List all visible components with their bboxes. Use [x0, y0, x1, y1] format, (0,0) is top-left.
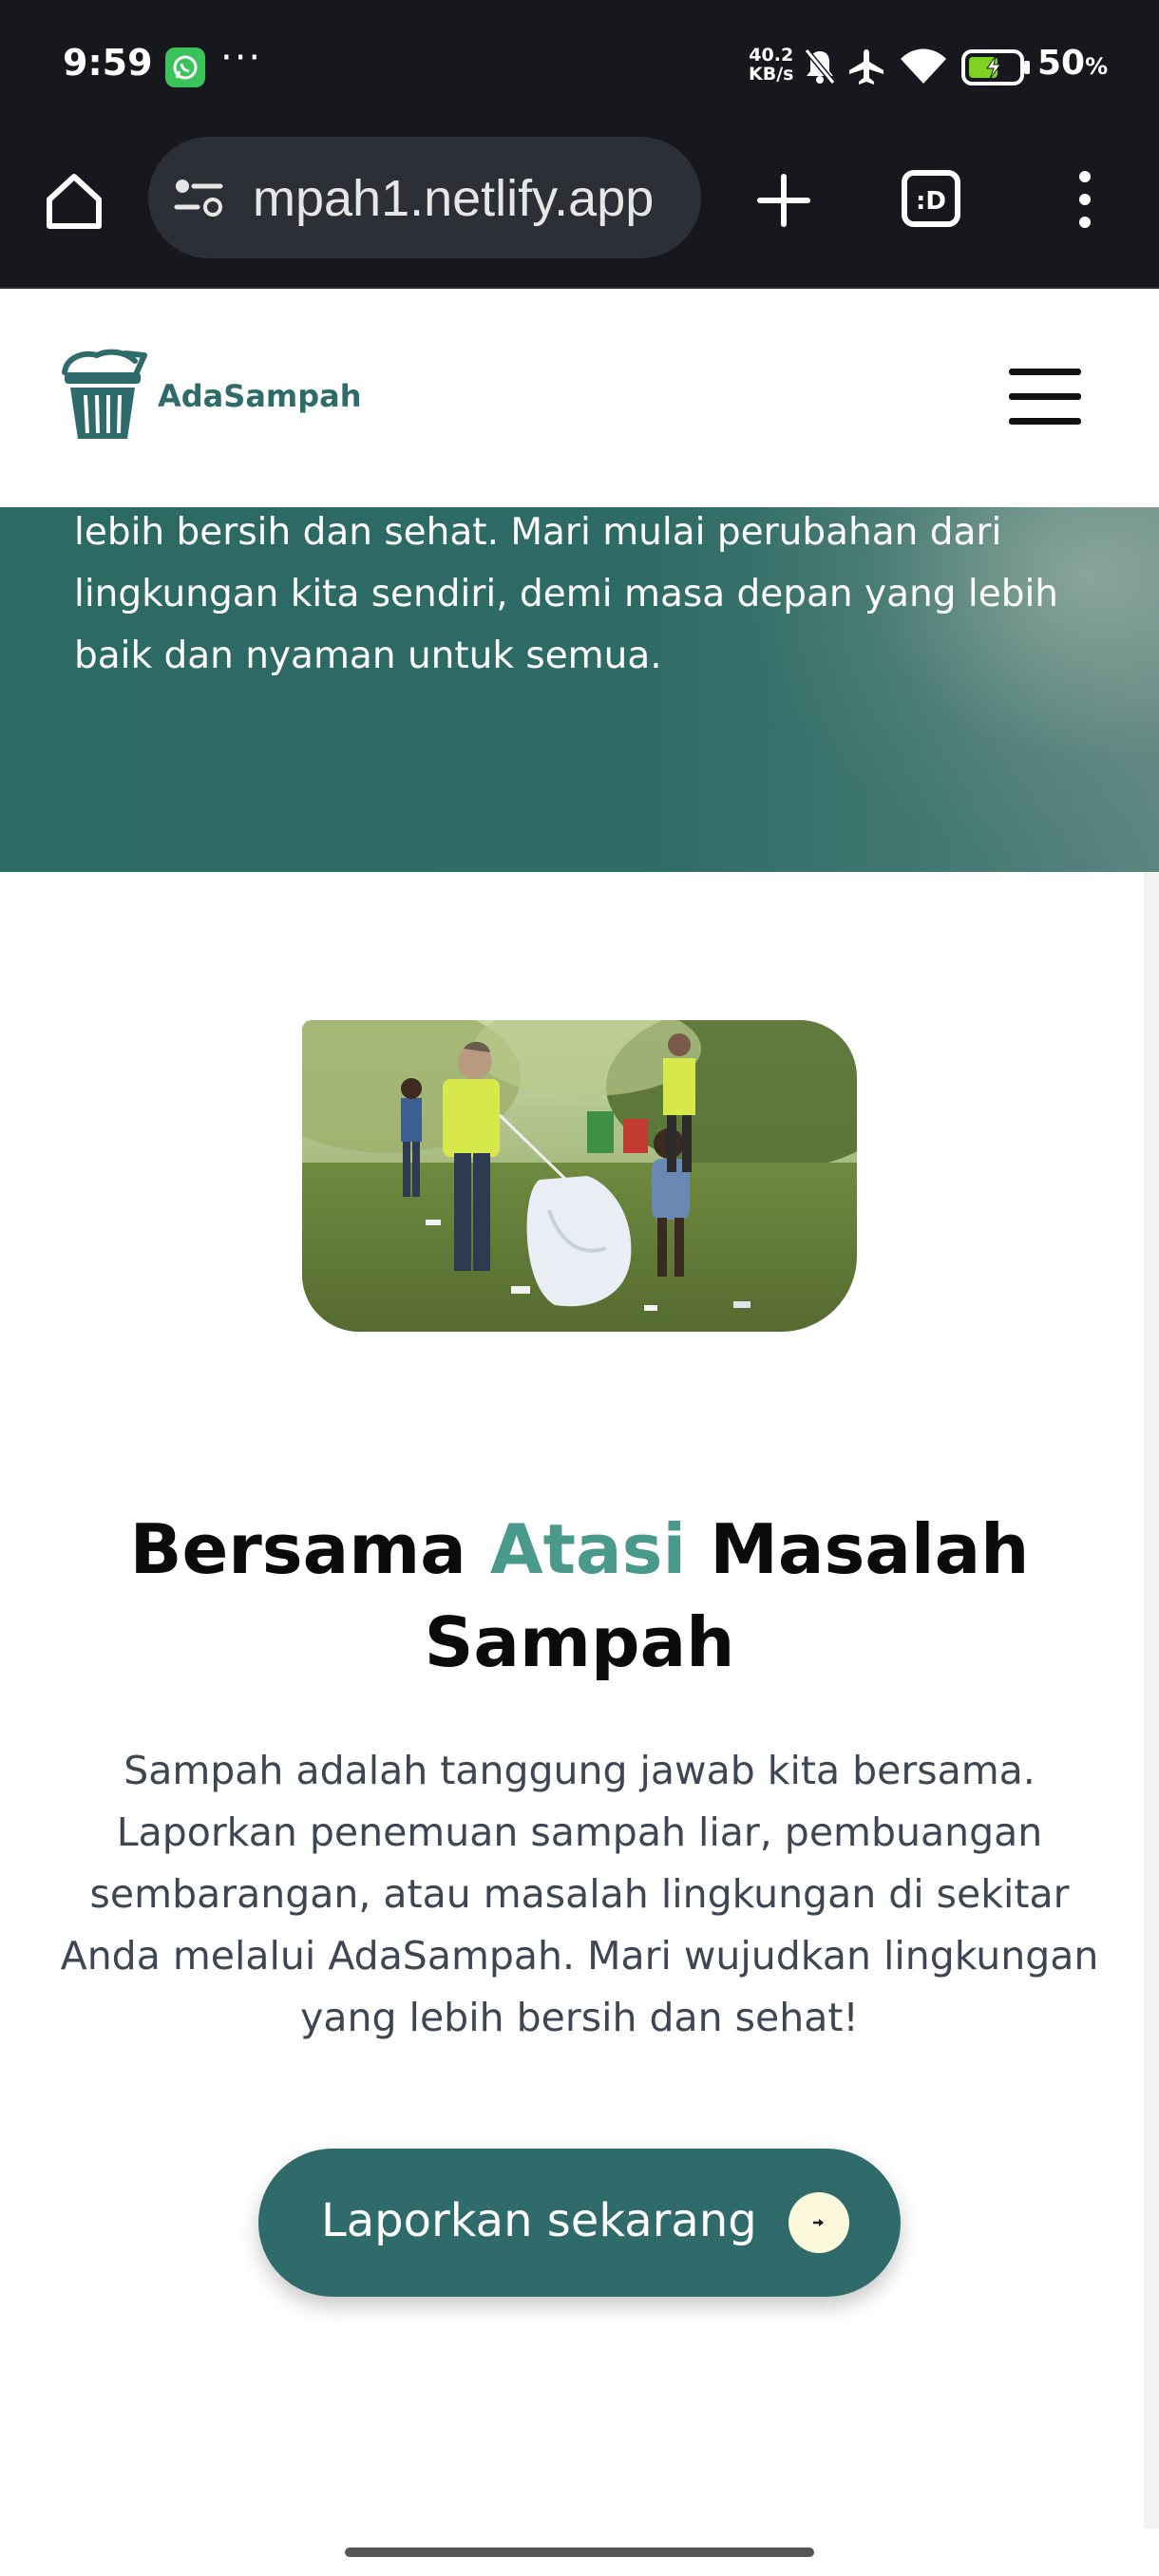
airplane-icon: [849, 49, 884, 85]
network-speed: 40.2 KB/s: [749, 46, 793, 84]
url-text[interactable]: mpah1.netlify.app: [253, 169, 680, 228]
heading-part-1: Bersama: [129, 1509, 490, 1589]
section-body: Sampah adalah tanggung jawab kita bersam…: [60, 1748, 1099, 2040]
bell-off-icon: [804, 48, 836, 85]
status-bar: 9:59 ··· 40.2 KB/s 50%: [0, 0, 1159, 133]
logo-text[interactable]: AdaSampah: [158, 378, 362, 414]
new-tab-icon[interactable]: [750, 167, 817, 234]
whatsapp-icon: [165, 47, 205, 87]
browser-toolbar: mpah1.netlify.app :D: [0, 133, 1159, 289]
home-icon[interactable]: [40, 167, 108, 236]
battery-charging-icon: [961, 49, 1030, 85]
page-scrollbar-track: [1144, 872, 1159, 2529]
hamburger-menu-icon[interactable]: [1009, 369, 1085, 427]
more-menu-icon[interactable]: [1062, 161, 1108, 237]
arrow-right-icon: [788, 2192, 849, 2253]
battery-percent-value: 50: [1037, 44, 1086, 83]
notification-more-indicator: ···: [220, 36, 263, 80]
tab-switcher-label: :D: [916, 187, 946, 216]
report-now-label: Laporkan sekarang: [321, 2194, 757, 2247]
hero-section: lebih bersih dan sehat. Mari mulai perub…: [0, 507, 1159, 872]
gesture-navigation-bar[interactable]: [345, 2548, 814, 2557]
hero-description: lebih bersih dan sehat. Mari mulai perub…: [74, 511, 1059, 677]
site-settings-icon[interactable]: [173, 175, 230, 222]
trash-bin-logo-icon[interactable]: [59, 348, 150, 443]
section-heading: Bersama Atasi Masalah Sampah: [57, 1503, 1102, 1689]
tab-switcher-icon[interactable]: :D: [901, 169, 961, 228]
address-bar[interactable]: mpah1.netlify.app: [148, 137, 701, 258]
report-now-button[interactable]: Laporkan sekarang: [258, 2149, 901, 2297]
heading-accent: Atasi: [489, 1509, 687, 1589]
network-speed-value: 40.2: [749, 45, 794, 66]
status-time: 9:59: [63, 42, 153, 84]
battery-percentage: 50%: [1037, 44, 1108, 83]
battery-percent-unit: %: [1085, 53, 1109, 80]
wifi-icon: [901, 48, 946, 84]
volunteers-cleanup-photo: [302, 1020, 857, 1332]
site-header: AdaSampah: [0, 289, 1159, 507]
network-speed-unit: KB/s: [749, 64, 794, 85]
